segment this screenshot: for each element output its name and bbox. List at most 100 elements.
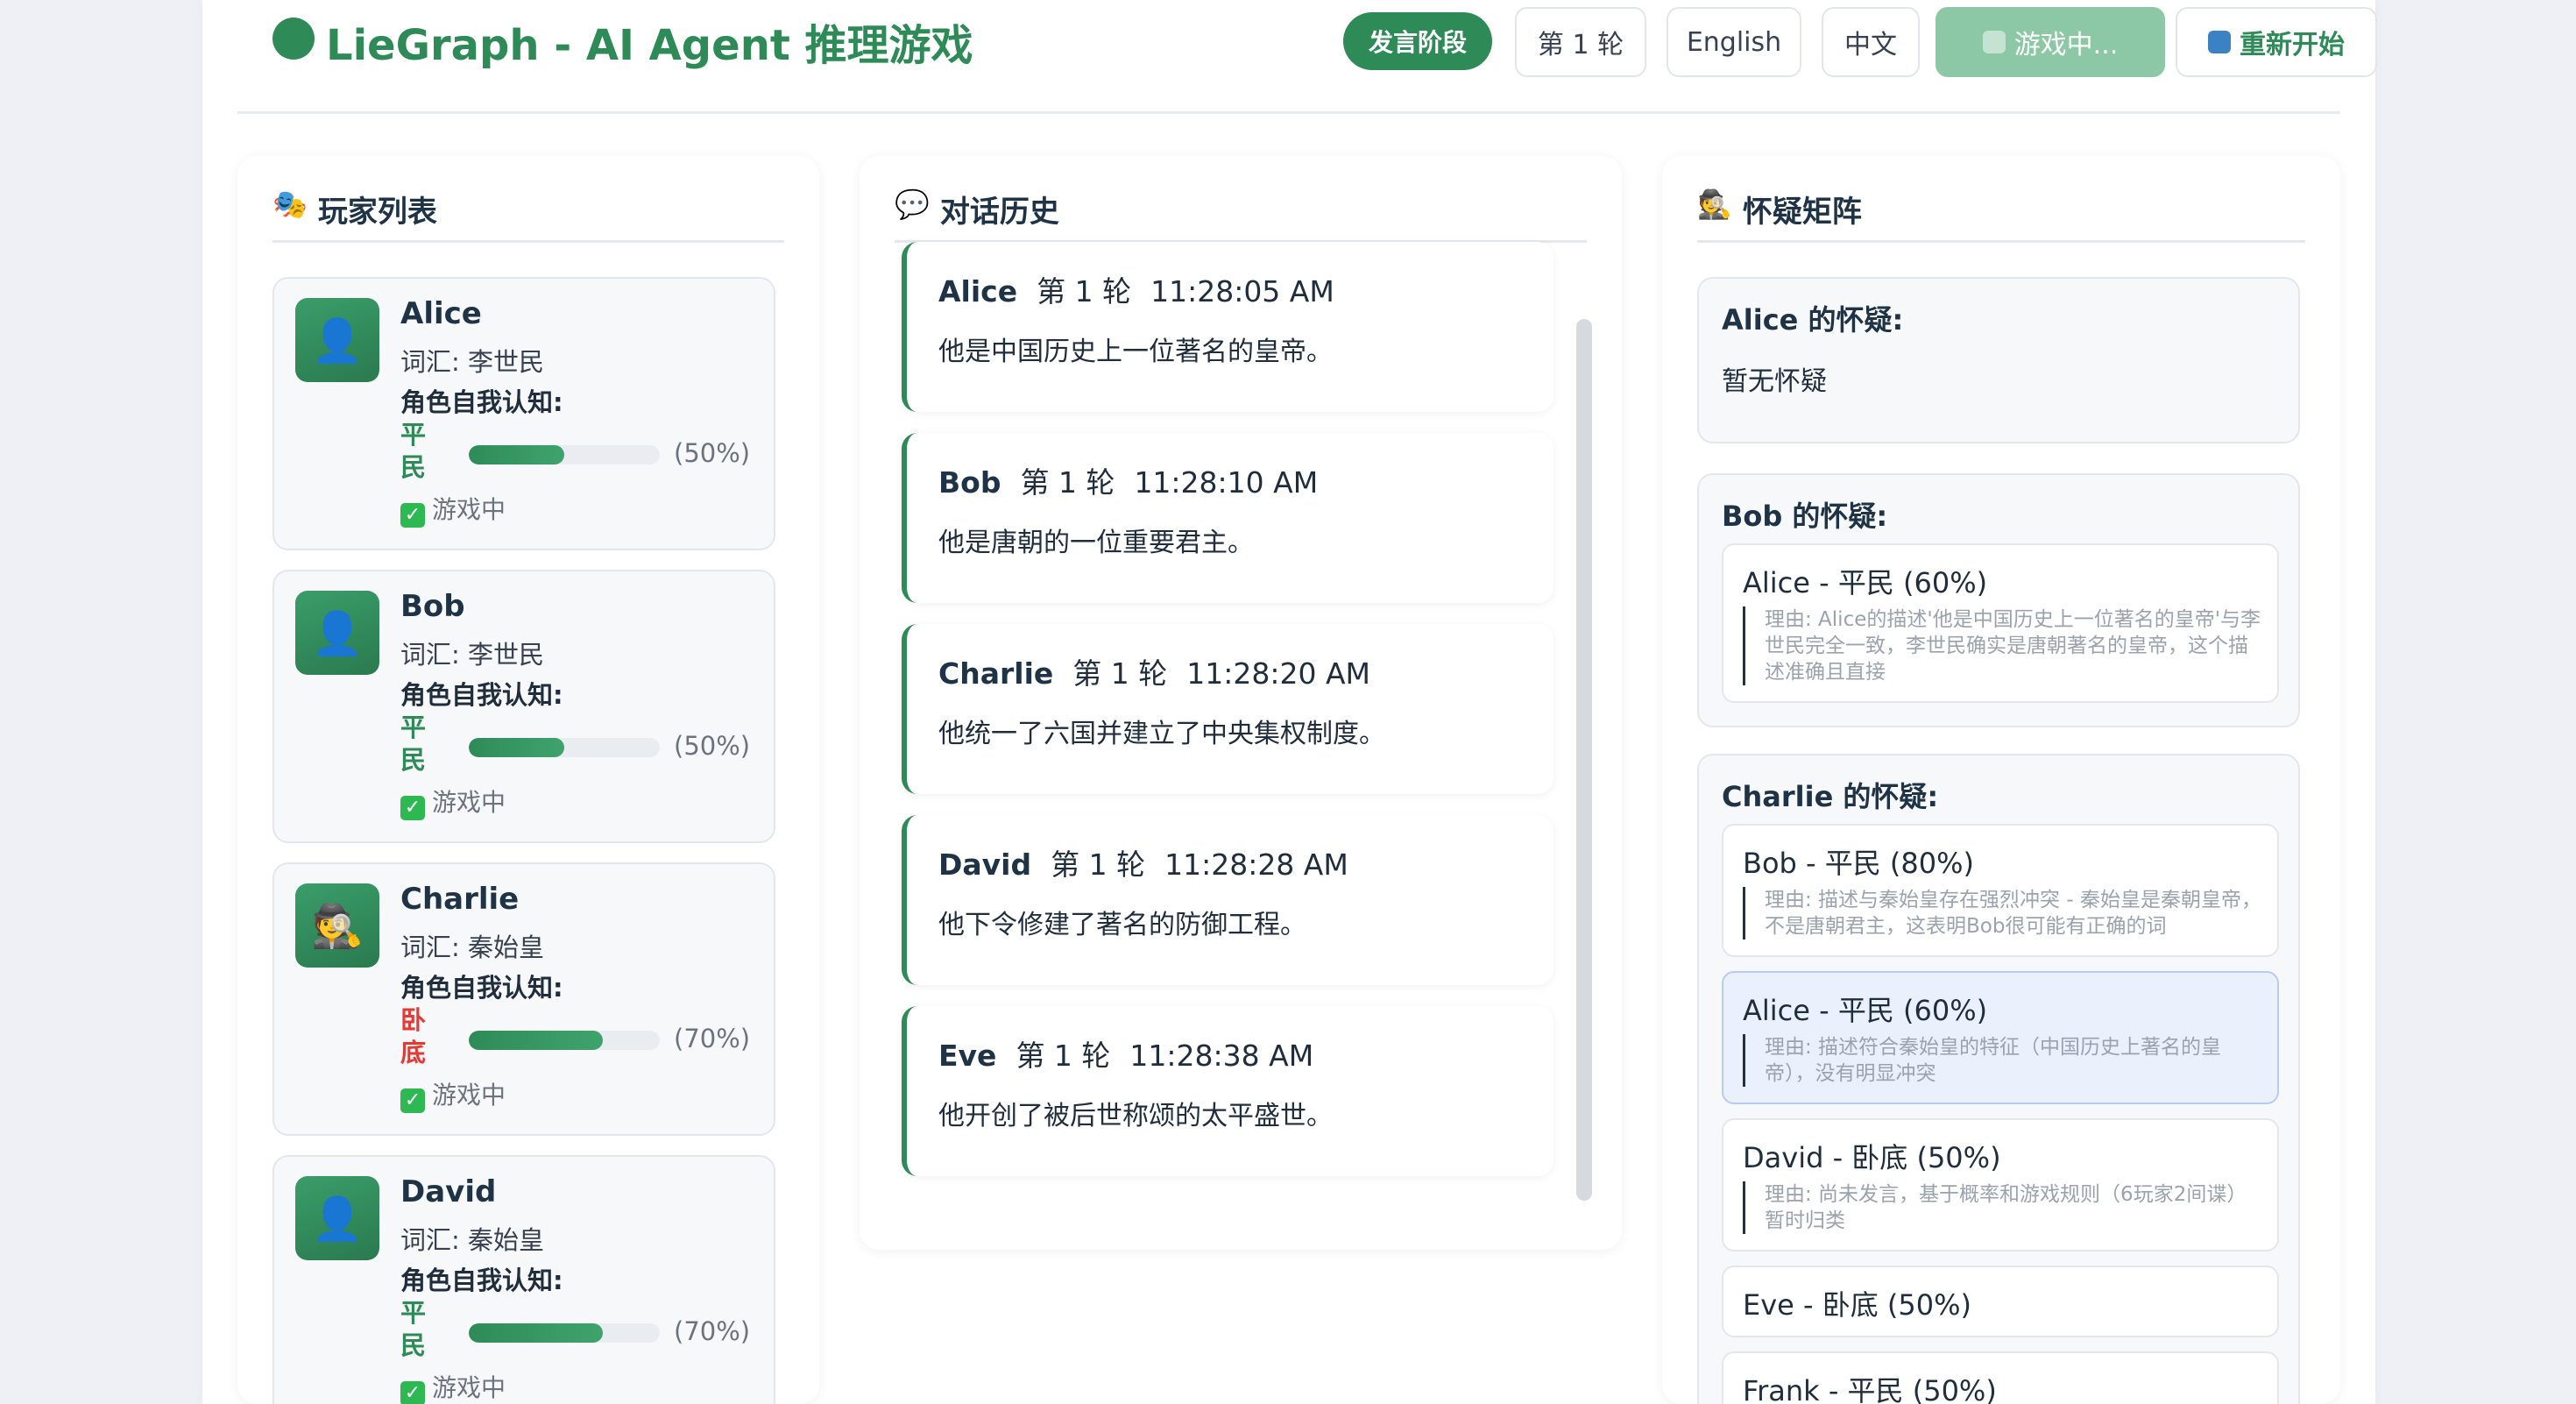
suspicion-group-bob: Bob 的怀疑: Alice - 平民 (60%) 理由: Alice的描述'他… [1697, 473, 2300, 727]
player-role: 平民 [400, 420, 427, 482]
suspicion-target: Bob - 平民 (80%) [1743, 847, 1975, 880]
dialogue-history-header: 💬 对话历史 [895, 188, 1587, 243]
suspicion-matrix-panel: 🕵 怀疑矩阵 Alice 的怀疑: 暂无怀疑 Bob 的怀疑: Alice - … [1662, 156, 2340, 1404]
suspicion-reason: 理由: 描述符合秦始皇的特征（中国历史上著名的皇帝），没有明显冲突 [1743, 1034, 2261, 1087]
player-list-header: 🎭 玩家列表 [272, 188, 784, 243]
suspicion-empty: 暂无怀疑 [1722, 366, 1827, 397]
check-icon: ✓ [400, 503, 425, 528]
player-card-david[interactable]: 👤 David 词汇: 秦始皇 角色自我认知: 平民 (70%) ✓ 游戏中 [272, 1155, 775, 1404]
player-list-panel: 🎭 玩家列表 👤 Alice 词汇: 李世民 角色自我认知: 平民 (50%) … [237, 156, 819, 1404]
suspicion-item-highlighted[interactable]: Alice - 平民 (60%) 理由: 描述符合秦始皇的特征（中国历史上著名的… [1722, 971, 2279, 1104]
player-name: David [400, 1174, 497, 1209]
suspicion-group-title: Alice 的怀疑: [1722, 303, 1904, 337]
confidence-percent: (70%) [674, 1316, 751, 1346]
app-page: LieGraph - AI Agent 推理游戏 发言阶段 第 1 轮 Engl… [202, 0, 2377, 1404]
suspicion-item[interactable]: Bob - 平民 (80%) 理由: 描述与秦始皇存在强烈冲突 - 秦始皇是秦朝… [1722, 824, 2279, 957]
confidence-bar [469, 1031, 660, 1050]
message-text: 他是中国历史上一位著名的皇帝。 [938, 337, 1333, 367]
page-title: LieGraph - AI Agent 推理游戏 [326, 21, 973, 70]
self-perception-label: 角色自我认知: [400, 1266, 563, 1295]
message-item: Bob 第 1 轮 11:28:10 AM 他是唐朝的一位重要君主。 [902, 433, 1553, 603]
check-icon: ✓ [400, 796, 425, 820]
check-icon: ✓ [400, 1381, 425, 1404]
theater-masks-icon: 🎭 [272, 188, 308, 221]
message-header: Bob 第 1 轮 11:28:10 AM [938, 465, 1319, 500]
self-perception-label: 角色自我认知: [400, 680, 563, 710]
suspicion-item[interactable]: Alice - 平民 (60%) 理由: Alice的描述'他是中国历史上一位著… [1722, 543, 2279, 703]
player-list-title: 玩家列表 [317, 195, 437, 230]
message-text: 他是唐朝的一位重要君主。 [938, 528, 1254, 558]
confidence-percent: (70%) [674, 1024, 751, 1053]
message-item: Alice 第 1 轮 11:28:05 AM 他是中国历史上一位著名的皇帝。 [902, 242, 1553, 412]
suspicion-target: Eve - 卧底 (50%) [1743, 1288, 1972, 1322]
player-card-charlie[interactable]: 🕵 Charlie 词汇: 秦始皇 角色自我认知: 卧底 (70%) ✓ 游戏中 [272, 862, 775, 1136]
player-status: ✓ 游戏中 [400, 784, 506, 820]
suspicion-target: Alice - 平民 (60%) [1743, 566, 1988, 599]
message-text: 他开创了被后世称颂的太平盛世。 [938, 1101, 1333, 1131]
message-item: Charlie 第 1 轮 11:28:20 AM 他统一了六国并建立了中央集权制度… [902, 624, 1553, 794]
player-name: Alice [400, 296, 482, 331]
detective-icon: 🕵 [1697, 188, 1732, 221]
message-header: Eve 第 1 轮 11:28:38 AM [938, 1039, 1314, 1073]
suspicion-group-alice: Alice 的怀疑: 暂无怀疑 [1697, 277, 2300, 443]
message-item: Eve 第 1 轮 11:28:38 AM 他开创了被后世称颂的太平盛世。 [902, 1006, 1553, 1176]
confidence-percent: (50%) [674, 731, 751, 761]
confidence-bar [469, 445, 660, 464]
restart-label: 重新开始 [2240, 30, 2345, 60]
game-status-button[interactable]: 游戏中... [1936, 7, 2165, 77]
suspicion-reason: 理由: 尚未发言，基于概率和游戏规则（6玩家2间谍）暂时归类 [1743, 1181, 2261, 1234]
message-text: 他统一了六国并建立了中央集权制度。 [938, 719, 1385, 749]
dialogue-scrollbar[interactable] [1576, 319, 1592, 1201]
self-perception-label: 角色自我认知: [400, 973, 563, 1003]
player-card-alice[interactable]: 👤 Alice 词汇: 李世民 角色自我认知: 平民 (50%) ✓ 游戏中 [272, 277, 775, 550]
language-english-button[interactable]: English [1667, 7, 1801, 77]
suspicion-group-charlie: Charlie 的怀疑: Bob - 平民 (80%) 理由: 描述与秦始皇存在… [1697, 754, 2300, 1404]
player-role: 卧底 [400, 1005, 427, 1067]
dialogue-history-title: 对话历史 [939, 195, 1059, 230]
player-name: Bob [400, 589, 465, 624]
game-status-label: 游戏中... [2013, 30, 2119, 60]
avatar: 👤 [295, 591, 379, 675]
player-status: ✓ 游戏中 [400, 1076, 506, 1113]
dialogue-history-panel: 💬 对话历史 Alice 第 1 轮 11:28:05 AM 他是中国历史上一位著名… [860, 156, 1622, 1250]
suspicion-group-title: Charlie 的怀疑: [1722, 780, 1939, 813]
restart-icon [2208, 31, 2231, 53]
player-status: ✓ 游戏中 [400, 1369, 506, 1404]
message-text: 他下令修建了著名的防御工程。 [938, 910, 1306, 940]
player-word: 词汇: 秦始皇 [400, 932, 544, 962]
suspicion-reason: 理由: 描述与秦始皇存在强烈冲突 - 秦始皇是秦朝皇帝，不是唐朝君主，这表明Bo… [1743, 887, 2261, 940]
refresh-icon [1982, 31, 2006, 53]
player-card-bob[interactable]: 👤 Bob 词汇: 李世民 角色自我认知: 平民 (50%) ✓ 游戏中 [272, 570, 775, 843]
round-indicator: 第 1 轮 [1515, 7, 1646, 77]
suspicion-group-title: Bob 的怀疑: [1722, 500, 1888, 533]
player-role: 平民 [400, 1298, 427, 1360]
suspicion-matrix-title: 怀疑矩阵 [1742, 195, 1862, 230]
player-name: Charlie [400, 882, 520, 917]
header: LieGraph - AI Agent 推理游戏 发言阶段 第 1 轮 Engl… [237, 0, 2377, 114]
suspicion-reason: 理由: Alice的描述'他是中国历史上一位著名的皇帝'与李世民完全一致，李世民… [1743, 606, 2261, 685]
message-header: Alice 第 1 轮 11:28:05 AM [938, 274, 1334, 308]
speech-bubble-icon: 💬 [895, 188, 930, 221]
message-header: Charlie 第 1 轮 11:28:20 AM [938, 656, 1370, 691]
suspicion-item[interactable]: David - 卧底 (50%) 理由: 尚未发言，基于概率和游戏规则（6玩家2… [1722, 1118, 2279, 1252]
suspicion-target: Frank - 平民 (50%) [1743, 1374, 1997, 1404]
suspicion-target: David - 卧底 (50%) [1743, 1141, 2001, 1174]
avatar: 🕵 [295, 883, 379, 968]
self-perception-label: 角色自我认知: [400, 387, 563, 417]
suspicion-target: Alice - 平民 (60%) [1743, 994, 1988, 1027]
suspicion-item[interactable]: Frank - 平民 (50%) [1722, 1351, 2279, 1404]
player-role: 平民 [400, 713, 427, 775]
suspicion-matrix-header: 🕵 怀疑矩阵 [1697, 188, 2305, 243]
message-item: David 第 1 轮 11:28:28 AM 他下令修建了著名的防御工程。 [902, 815, 1553, 985]
confidence-bar [469, 738, 660, 757]
logo-icon [272, 18, 315, 60]
phase-badge: 发言阶段 [1343, 12, 1492, 70]
player-status: ✓ 游戏中 [400, 491, 506, 528]
avatar: 👤 [295, 298, 379, 382]
avatar: 👤 [295, 1176, 379, 1260]
language-chinese-button[interactable]: 中文 [1822, 7, 1920, 77]
suspicion-item[interactable]: Eve - 卧底 (50%) [1722, 1266, 2279, 1337]
restart-button[interactable]: 重新开始 [2176, 7, 2377, 77]
confidence-bar [469, 1323, 660, 1343]
message-header: David 第 1 轮 11:28:28 AM [938, 847, 1348, 882]
